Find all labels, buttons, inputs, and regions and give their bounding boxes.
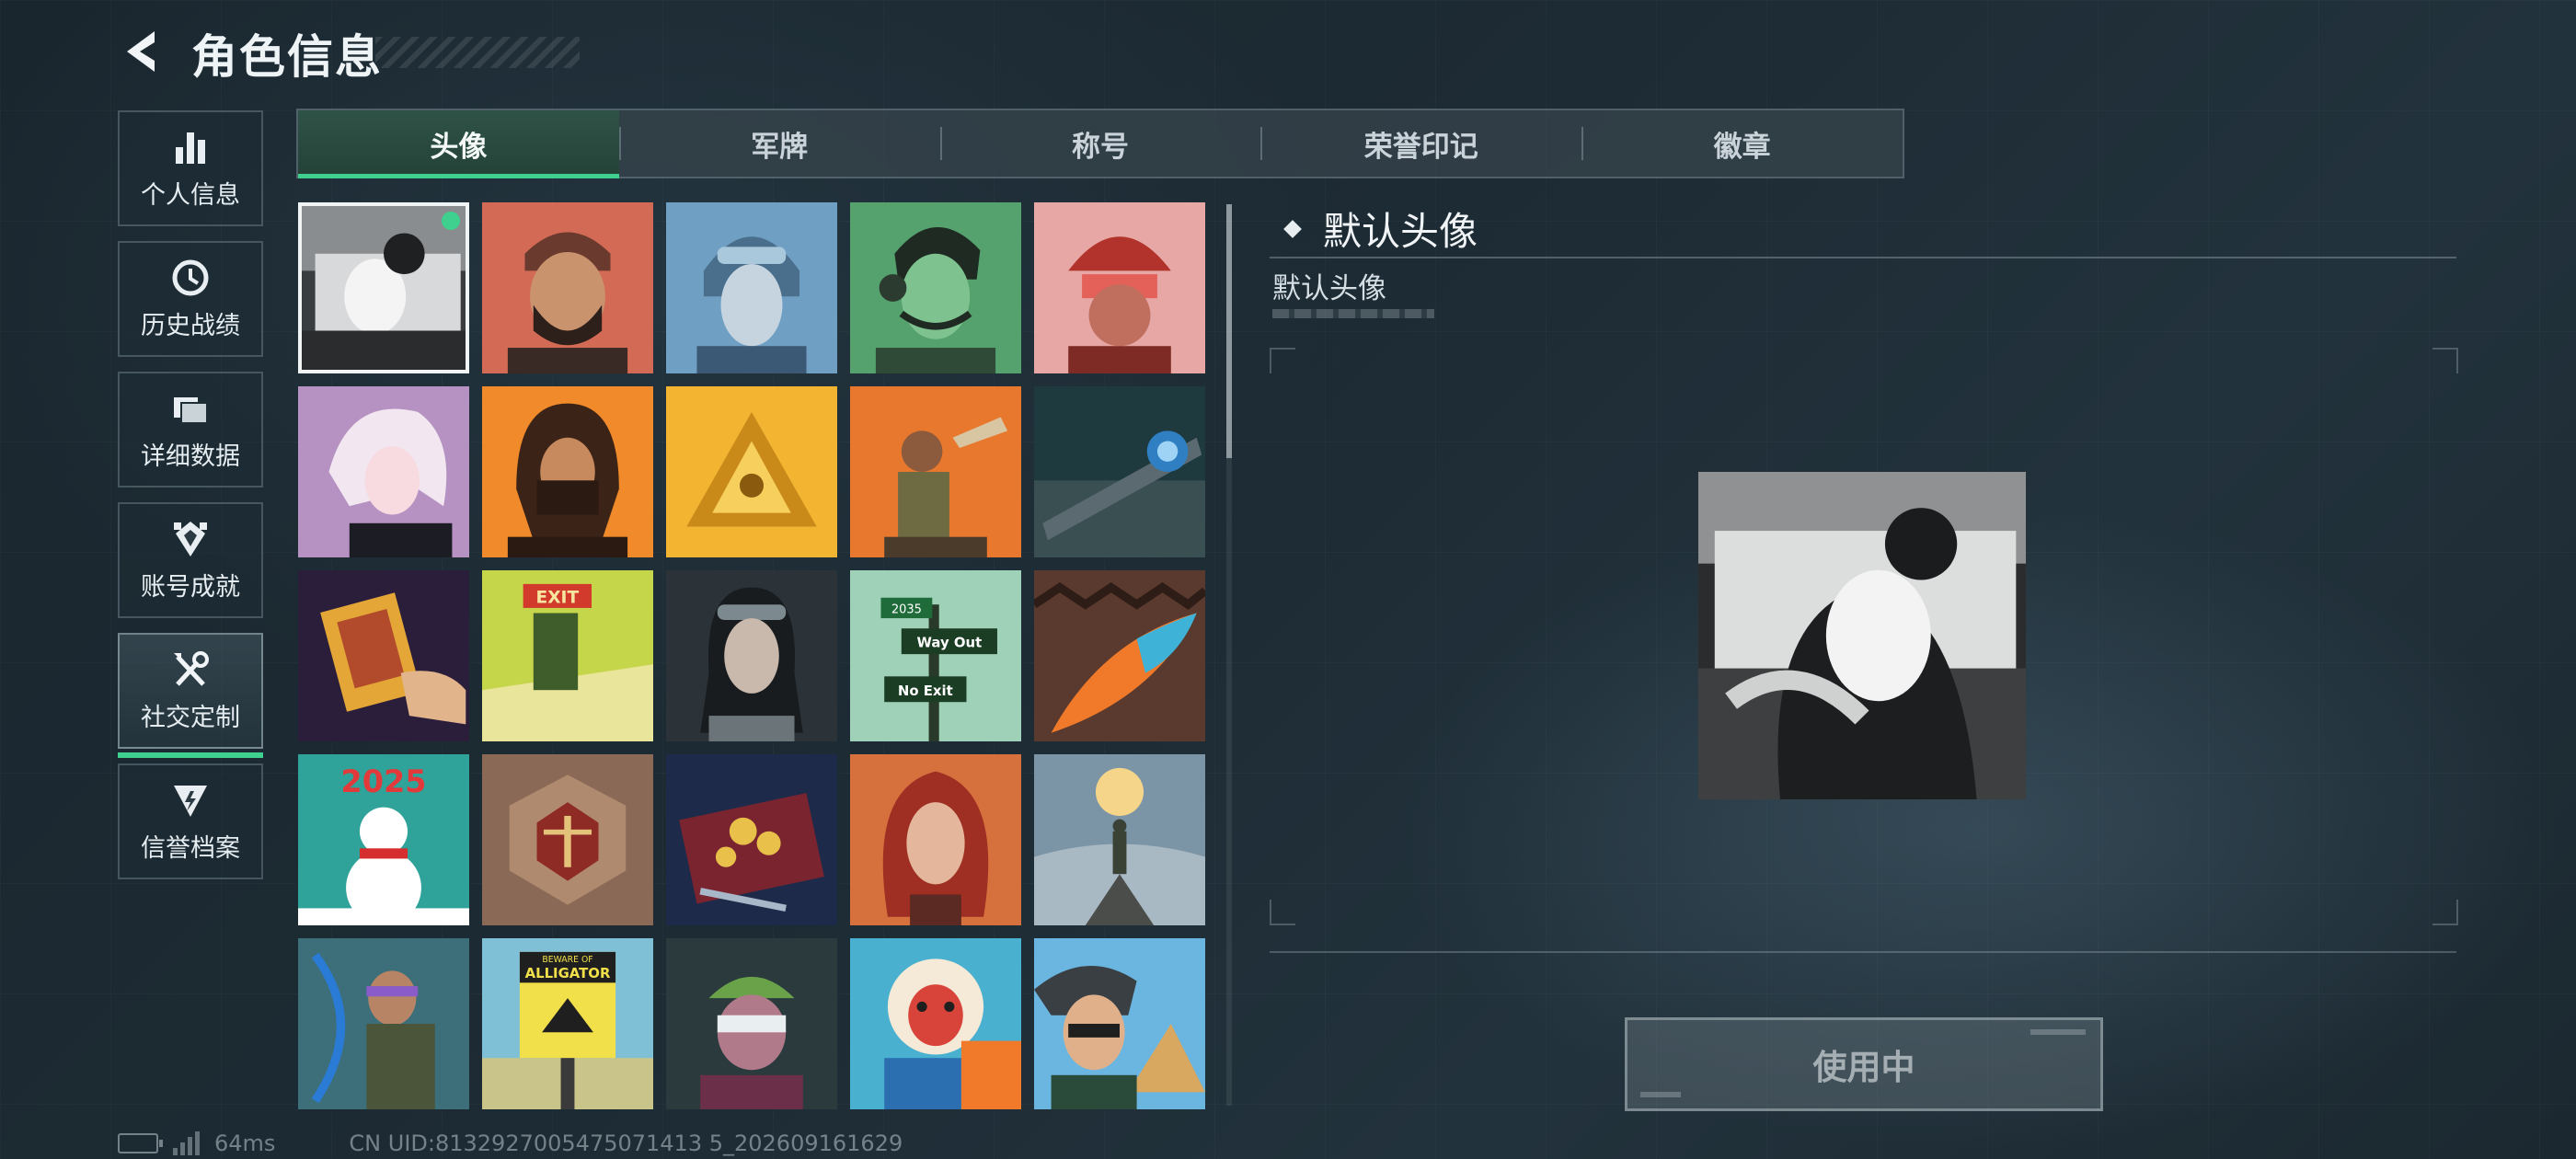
detail-heading-text: 默认头像 [1323,209,1478,254]
ping-text: 64ms [214,1130,276,1156]
sidebar-item-label: 个人信息 [141,180,240,210]
avatar-street-sign[interactable]: 2035 Way Out No Exit [850,570,1021,741]
alligator-sign-top-text: BEWARE OF [542,955,592,965]
avatar-soldier-drone[interactable] [850,386,1021,557]
exit-sign-text: EXIT [536,588,580,607]
diamond-bullet-icon [1283,219,1302,238]
sidebar-item-label: 账号成就 [141,572,240,602]
tab-honor-mark[interactable]: 荣誉印记 [1260,110,1581,177]
signal-icon [173,1131,200,1155]
button-decoration [2030,1029,2086,1035]
page-title: 角色信息 [191,30,383,84]
avatar-masked-man[interactable] [482,386,653,557]
back-arrow-icon [127,31,155,72]
tab-dog-tag[interactable]: 军牌 [618,110,940,177]
sidebar-item-social-custom[interactable]: 社交定制 [118,633,263,758]
sidebar-item-label: 社交定制 [141,703,240,732]
avatar-snowman[interactable]: 2025 [298,754,469,925]
in-use-button[interactable]: 使用中 [1625,1017,2103,1111]
battery-icon [118,1133,163,1153]
avatar-default-photo[interactable] [298,202,469,373]
title-decoration [375,37,580,68]
detail-description-placeholder [1272,309,1434,318]
sidebar-item-match-history[interactable]: 历史战绩 [118,241,263,357]
avatar-pilot-woman[interactable] [666,202,837,373]
status-bar: 64ms CN UID:8132927005475071413 5_202609… [118,1130,903,1157]
detail-heading: 默认头像 [1282,201,1478,257]
avatar-feather[interactable] [1034,570,1205,741]
detail-subtitle: 默认头像 [1272,272,1386,305]
avatar-man-pyramids[interactable] [1034,938,1205,1109]
divider [1270,951,2456,953]
avatar-masked-green-hat[interactable] [666,938,837,1109]
avatar-man-green-headset[interactable] [850,202,1021,373]
sidebar-item-personal-info[interactable]: 个人信息 [118,110,263,226]
tab-badge[interactable]: 徽章 [1581,110,1903,177]
bar-chart-icon [176,132,205,164]
in-use-button-label: 使用中 [1812,1048,1915,1087]
avatar-girl-goggles[interactable] [666,570,837,741]
avatar-monkey-book[interactable] [850,938,1021,1109]
avatar-exit-door[interactable]: EXIT [482,570,653,741]
avatar-treasure-chest[interactable] [666,754,837,925]
avatar-soldier-red-helmet[interactable] [1034,202,1205,373]
avatar-hand-book[interactable] [298,570,469,741]
avatar-grid: EXIT 2035 Way Out No Exit 2025 BEWARE OF AL… [298,202,1218,1109]
sidebar-item-detailed-data[interactable]: 详细数据 [118,372,263,488]
frame-corner [1270,348,1295,373]
divider [1270,257,2456,258]
wrench-screwdriver-icon [174,650,209,686]
avatar-preview [1698,471,2026,800]
sign-no-exit-text: No Exit [898,683,953,699]
sidebar-item-achievements[interactable]: 账号成就 [118,502,263,618]
reputation-shield-icon [174,785,207,817]
avatar-golden-triangle[interactable] [666,386,837,557]
frame-corner [2432,900,2458,925]
frame-corner [1270,900,1295,925]
tab-bar: 头像 军牌 称号 荣誉印记 徽章 [296,109,1904,178]
scrollbar-thumb[interactable] [1226,204,1232,458]
tab-title[interactable]: 称号 [939,110,1261,177]
avatar-bearded-man[interactable] [482,202,653,373]
clock-history-icon [172,259,209,295]
snowman-year-text: 2025 [340,763,426,799]
folder-data-icon [174,396,208,424]
back-button[interactable] [118,26,169,77]
avatar-sniper-scope[interactable] [1034,386,1205,557]
avatar-archer[interactable] [298,938,469,1109]
sidebar-item-label: 信誉档案 [141,833,240,863]
frame-corner [2432,348,2458,373]
sign-year-text: 2035 [891,603,922,617]
avatar-white-hair-girl[interactable] [298,386,469,557]
avatar-hiker-mountain[interactable] [1034,754,1205,925]
grid-scrollbar[interactable] [1226,204,1232,1106]
achievement-badge-icon [174,521,207,557]
button-decoration [1640,1092,1681,1097]
avatar-alligator-sign[interactable]: BEWARE OF ALLIGATOR [482,938,653,1109]
sidebar-item-label: 详细数据 [141,442,240,471]
avatar-scales-emblem[interactable] [482,754,653,925]
sign-way-out-text: Way Out [917,635,983,651]
sidebar-item-label: 历史战绩 [141,311,240,340]
sidebar-item-reputation[interactable]: 信誉档案 [118,763,263,879]
uid-text: CN UID:8132927005475071413 5_20260916162… [349,1130,903,1156]
selected-indicator [442,212,460,230]
avatar-red-hair-woman[interactable] [850,754,1021,925]
alligator-sign-main-text: ALLIGATOR [525,965,611,981]
tab-avatar[interactable]: 头像 [298,110,619,178]
